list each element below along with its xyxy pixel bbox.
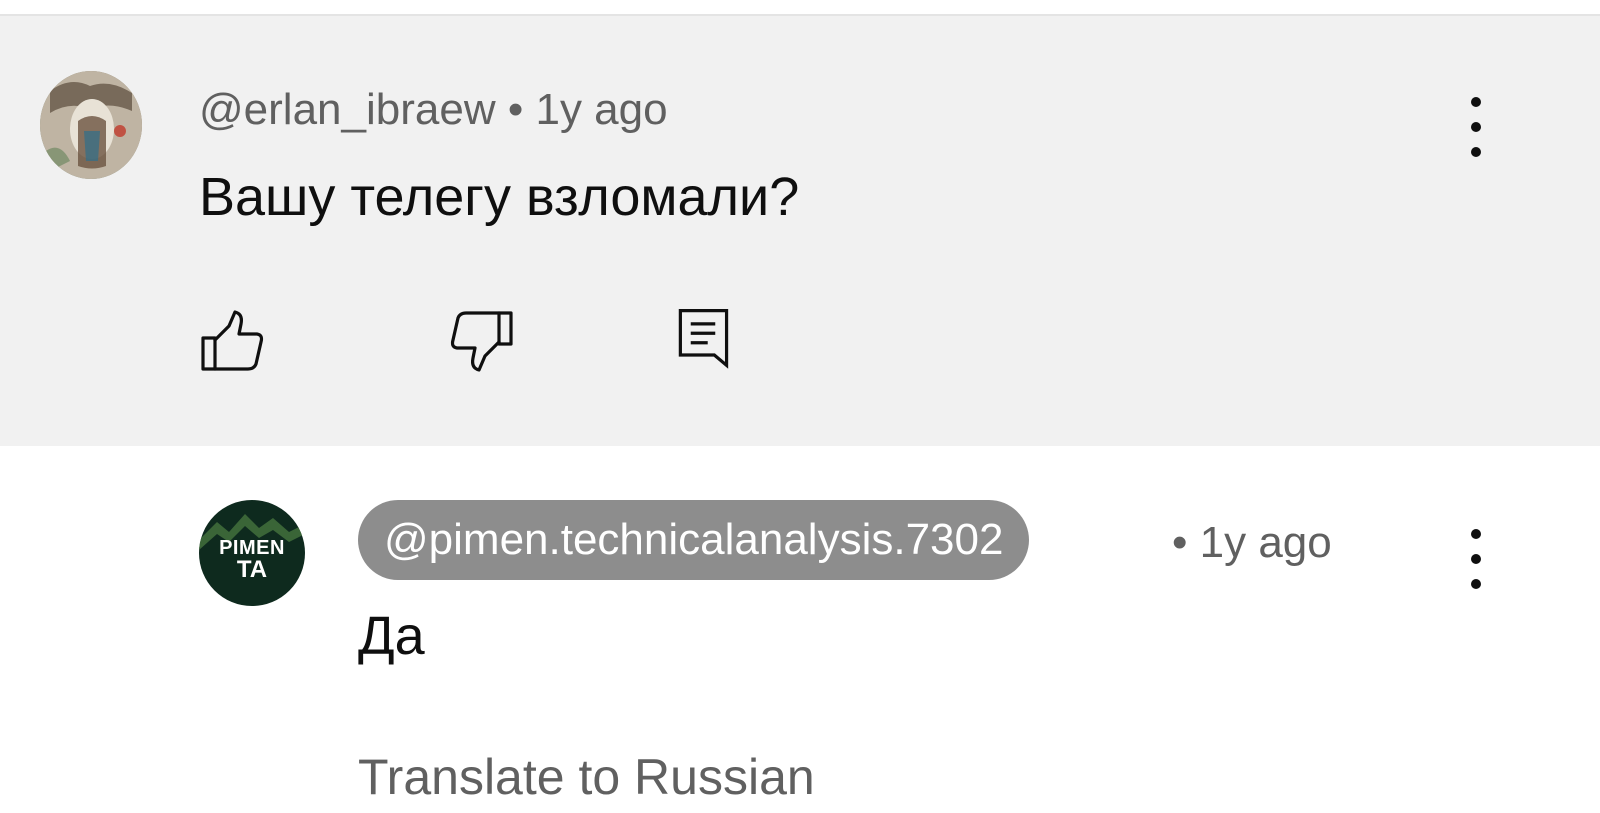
reply-text: Да — [358, 606, 425, 666]
reply-icon[interactable] — [670, 305, 736, 371]
meta-separator: • — [507, 85, 524, 134]
meta-separator: • — [1172, 518, 1188, 567]
thumbs-up-icon[interactable] — [199, 308, 265, 374]
commenter-avatar-image — [40, 71, 142, 179]
comment-meta: @erlan_ibraew • 1y ago — [199, 88, 668, 132]
translate-button[interactable]: Translate to Russian — [358, 752, 815, 802]
avatar-text-bottom: TA — [236, 556, 268, 583]
comment-author[interactable]: @erlan_ibraew — [199, 85, 496, 134]
replier-avatar[interactable]: PIMEN TA — [199, 500, 305, 606]
comment-time[interactable]: 1y ago — [535, 85, 667, 134]
reply-meta: • 1y ago — [1172, 521, 1332, 565]
reply-time[interactable]: 1y ago — [1200, 518, 1332, 567]
comments-panel: @erlan_ibraew • 1y ago Вашу телегу взлом… — [0, 0, 1600, 813]
reply-author-chip[interactable]: @pimen.technicalanalysis.7302 — [358, 500, 1030, 580]
comment-more-menu-icon[interactable] — [1464, 95, 1488, 159]
commenter-avatar[interactable] — [40, 71, 142, 179]
thumbs-down-icon[interactable] — [449, 308, 515, 374]
highlighted-comment — [0, 16, 1600, 446]
reply-more-menu-icon[interactable] — [1464, 527, 1488, 591]
top-divider — [0, 0, 1600, 16]
comment-text: Вашу телегу взломали? — [199, 167, 800, 227]
avatar-text-top: PIMEN — [219, 537, 285, 559]
